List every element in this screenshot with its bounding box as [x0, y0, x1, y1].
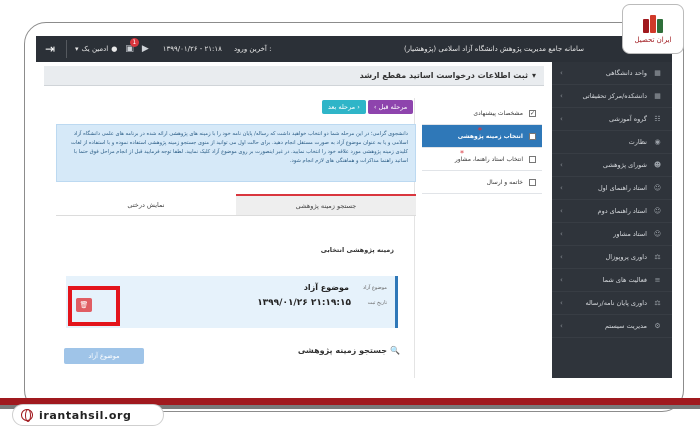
last-login-label: آخرین ورود :	[233, 45, 272, 53]
brand-logo: ایران تحصیل	[622, 4, 684, 54]
chevron-down-icon: ▾	[531, 71, 536, 80]
user-name: ادمین یک	[81, 45, 109, 53]
topic-label: موضوع آزاد	[362, 285, 387, 291]
chevron-left-icon: ‹	[560, 276, 563, 284]
chevron-left-icon: ‹	[560, 92, 563, 100]
chevron-left-icon: ‹	[560, 322, 563, 330]
building-icon: ▦	[654, 92, 661, 100]
globe-icon	[21, 409, 33, 422]
step-select-research-field[interactable]: * انتخاب زمینه پژوهشی	[422, 125, 542, 148]
last-login-value: ۱۳۹۹/۰۱/۲۶ - ۲۱:۱۸	[162, 45, 222, 53]
user-menu[interactable]: ▾ ادمین یک ●	[75, 45, 117, 53]
chevron-left-icon: ‹	[560, 207, 563, 215]
sidebar-item-consultant[interactable]: ‹ استاد مشاور ☺	[552, 223, 672, 246]
chevron-left-icon: ‹	[560, 115, 563, 123]
next-step-button[interactable]: مرحله بعد ›	[322, 100, 366, 114]
tab-tree-display[interactable]: نمایش درختی	[56, 194, 236, 215]
sidebar-item-system-management[interactable]: ‹ مدیریت سیستم ⚙	[552, 315, 672, 338]
gavel-icon: ⚖	[654, 253, 661, 261]
sidebar-item-thesis-review[interactable]: ‹ داوری پایان نامه/رساله ⚖	[552, 292, 672, 315]
required-star-icon: *	[460, 149, 464, 158]
highlight-box	[68, 286, 120, 326]
sidebar-item-faculty[interactable]: ‹ دانشکده/مرکز تحقیقاتی ▦	[552, 85, 672, 108]
chevron-left-icon: ‹	[560, 230, 563, 238]
selected-field-title: زمینه پژوهشی انتخابی	[320, 246, 394, 254]
system-title: سامانه جامع مدیریت پژوهش دانشگاه آزاد اس…	[403, 45, 584, 53]
sidebar-item-proposal-review[interactable]: ‹ داوری پروپوزال ⚖	[552, 246, 672, 269]
prev-step-button[interactable]: ‹ مرحله قبل	[367, 100, 414, 114]
user-icon: ●	[111, 45, 118, 53]
user-icon: ☺	[653, 184, 662, 192]
main-content: ثبت اطلاعات درخواست اساتید مقطع ارشد ▾ م…	[44, 62, 552, 378]
chevron-left-icon: ‹	[560, 184, 563, 192]
page-title: ثبت اطلاعات درخواست اساتید مقطع ارشد	[359, 71, 528, 80]
search-field-title: جستجو زمینه پژوهشی 🔍	[297, 346, 400, 355]
logout-icon[interactable]: ⇥	[42, 41, 58, 57]
video-icon[interactable]: ▶	[142, 44, 149, 54]
sidebar-item-university-unit[interactable]: ‹ واحد دانشگاهی ▦	[552, 62, 672, 85]
user-icon: ☺	[653, 230, 662, 238]
date-value: ۱۳۹۹/۰۱/۲۶ ۲۱:۱۹:۱۵	[257, 298, 351, 308]
list-icon: ≡	[654, 276, 661, 284]
date-label: تاریخ ثبت	[367, 300, 387, 306]
page-header: ثبت اطلاعات درخواست اساتید مقطع ارشد ▾	[44, 66, 544, 86]
chevron-left-icon: ‹	[560, 253, 563, 261]
gavel-icon: ⚖	[654, 299, 661, 307]
notification-badge: 1	[129, 38, 139, 47]
step-finish-submit[interactable]: خاتمه و ارسال	[422, 171, 542, 194]
checkbox	[529, 155, 536, 163]
sidebar: ‹ واحد دانشگاهی ▦ ‹ دانشکده/مرکز تحقیقاتی ▦ …	[552, 62, 672, 378]
checkbox	[529, 132, 536, 140]
user-icon: ☺	[653, 207, 662, 215]
checkbox	[529, 178, 536, 186]
books-icon	[643, 14, 663, 33]
sidebar-item-supervision[interactable]: نظارت ◉	[552, 131, 672, 154]
chevron-left-icon: ‹	[560, 161, 563, 169]
chevron-left-icon: ‹	[560, 299, 563, 307]
sidebar-item-department[interactable]: ‹ گروه آموزشی ☷	[552, 108, 672, 131]
sidebar-item-first-advisor[interactable]: ‹ استاد راهنمای اول ☺	[552, 177, 672, 200]
sidebar-item-research-council[interactable]: ‹ شورای پژوهشی ☻	[552, 154, 672, 177]
cart-icon[interactable]: ▣ 1	[125, 38, 139, 54]
tab-bar: نمایش درختی جستجو زمینه پژوهشی	[56, 194, 416, 216]
wizard-steps: مشخصات پیشنهادی ✓ * انتخاب زمینه پژوهشی * ا…	[422, 102, 542, 194]
search-icon: 🔍	[390, 346, 400, 355]
checkbox-checked: ✓	[529, 109, 536, 117]
group-icon: ☷	[654, 115, 661, 123]
building-icon: ▦	[654, 69, 661, 77]
info-alert: دانشجوی گرامی؛ در این مرحله شما دو انتخا…	[56, 124, 416, 182]
step-proposed-specs[interactable]: مشخصات پیشنهادی ✓	[422, 102, 542, 125]
logo-text: ایران تحصیل	[634, 35, 672, 44]
site-url: irantahsil.org	[39, 408, 132, 422]
step-select-advisor[interactable]: * انتخاب استاد راهنما، مشاور	[422, 148, 542, 171]
required-star-icon: *	[477, 126, 482, 135]
free-topic-button[interactable]: موضوع آزاد	[64, 348, 144, 364]
sidebar-item-activities[interactable]: ‹ فعالیت های شما ≡	[552, 269, 672, 292]
gear-icon: ⚙	[654, 322, 661, 330]
chevron-down-icon: ▾	[75, 45, 79, 53]
tab-search-research-field[interactable]: جستجو زمینه پژوهشی	[236, 194, 416, 215]
users-icon: ☻	[653, 161, 662, 169]
site-badge: irantahsil.org	[12, 404, 164, 426]
wizard-nav: مرحله بعد › ‹ مرحله قبل	[322, 100, 414, 114]
sidebar-item-second-advisor[interactable]: ‹ استاد راهنمای دوم ☺	[552, 200, 672, 223]
topic-value: موضوع آزاد	[303, 283, 349, 292]
chevron-left-icon: ‹	[560, 69, 563, 77]
eye-icon: ◉	[654, 138, 661, 146]
top-bar: ⇥ ▾ ادمین یک ● ▣ 1 ▶ ۱۳۹۹/۰۱/۲۶ - ۲۱:۱۸ آ…	[36, 36, 672, 62]
